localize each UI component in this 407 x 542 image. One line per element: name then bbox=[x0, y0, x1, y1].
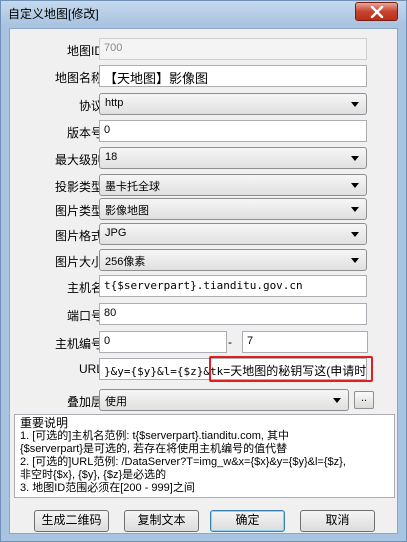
chevron-down-icon bbox=[351, 102, 359, 107]
protocol-row: 协议 http bbox=[10, 93, 399, 115]
host-number-to-field[interactable]: 7 bbox=[242, 331, 368, 353]
image-format-value: JPG bbox=[105, 227, 127, 239]
notes-line: 3. 地图ID范围必须在[200 - 999]之间 bbox=[20, 482, 195, 494]
overlay-options-button[interactable]: .. bbox=[354, 391, 374, 409]
map-name-row: 地图名称 【天地图】影像图 bbox=[10, 65, 399, 87]
image-format-row: 图片格式 JPG bbox=[10, 223, 399, 245]
image-format-select[interactable]: JPG bbox=[99, 223, 367, 245]
version-row: 版本号 0 bbox=[10, 120, 399, 142]
max-level-value: 18 bbox=[105, 151, 118, 163]
image-type-row: 图片类型 影像地图 bbox=[10, 198, 399, 220]
chevron-down-icon bbox=[351, 207, 359, 212]
max-level-label: 最大级别 bbox=[54, 153, 103, 167]
projection-label: 投影类型 bbox=[54, 180, 103, 194]
image-size-row: 图片大小 256像素 bbox=[10, 249, 399, 271]
generate-qrcode-button[interactable]: 生成二维码 bbox=[34, 510, 109, 532]
max-level-row: 最大级别 18 bbox=[10, 147, 399, 169]
version-label: 版本号 bbox=[66, 126, 103, 140]
notes-line: 1. [可选的]主机名范例: t{$serverpart}.tianditu.c… bbox=[20, 430, 289, 442]
protocol-select[interactable]: http bbox=[99, 93, 367, 115]
overlay-select[interactable]: 使用 bbox=[99, 389, 349, 411]
chevron-down-icon bbox=[351, 258, 359, 263]
port-row: 端口号 80 bbox=[10, 303, 399, 325]
url-field[interactable]: }&y={$y}&l={$z}&tk=天地图的秘钥写这(申请时设 bbox=[99, 358, 367, 380]
overlay-row: 叠加层 使用 bbox=[10, 389, 399, 411]
map-id-field: 700 bbox=[99, 38, 367, 60]
image-size-select[interactable]: 256像素 bbox=[99, 249, 367, 271]
url-value-highlight: =天地图的秘钥写这(申请时设 bbox=[223, 364, 367, 378]
map-id-label: 地图ID bbox=[66, 44, 103, 58]
map-name-field[interactable]: 【天地图】影像图 bbox=[99, 65, 367, 87]
chevron-down-icon bbox=[351, 232, 359, 237]
port-label: 端口号 bbox=[66, 309, 103, 323]
version-field[interactable]: 0 bbox=[99, 120, 367, 142]
host-number-row: 主机编号 0 - 7 bbox=[10, 331, 399, 353]
title-bar[interactable]: 自定义地图[修改] bbox=[1, 1, 406, 25]
notes-line: 2. [可选的]URL范例: /DataServer?T=img_w&x={$x… bbox=[20, 456, 346, 468]
projection-value: 墨卡托全球 bbox=[105, 181, 160, 193]
cancel-button[interactable]: 取消 bbox=[300, 510, 375, 532]
map-name-label: 地图名称 bbox=[54, 71, 103, 85]
notes-box: 重要说明 1. [可选的]主机名范例: t{$serverpart}.tiand… bbox=[14, 414, 395, 498]
host-field[interactable]: t{$serverpart}.tianditu.gov.cn bbox=[99, 275, 367, 297]
url-value-prefix: }&y={$y}&l={$z}&tk bbox=[104, 365, 224, 378]
projection-row: 投影类型 墨卡托全球 bbox=[10, 174, 399, 196]
notes-line: 非空时{$x}, {$y}, {$z}是必选的 bbox=[20, 469, 167, 481]
close-button[interactable] bbox=[355, 2, 398, 21]
overlay-label: 叠加层 bbox=[66, 395, 103, 409]
notes-line: {$serverpart}是可选的, 若存在将使用主机编号的值代替 bbox=[20, 443, 288, 455]
host-label: 主机名 bbox=[66, 281, 103, 295]
chevron-down-icon bbox=[333, 398, 341, 403]
projection-select[interactable]: 墨卡托全球 bbox=[99, 174, 367, 196]
image-format-label: 图片格式 bbox=[54, 229, 103, 243]
image-type-select[interactable]: 影像地图 bbox=[99, 198, 367, 220]
copy-text-button[interactable]: 复制文本 bbox=[124, 510, 199, 532]
notes-heading: 重要说明 bbox=[20, 416, 69, 430]
image-type-label: 图片类型 bbox=[54, 204, 103, 218]
range-separator: - bbox=[228, 335, 232, 349]
ok-button[interactable]: 确定 bbox=[210, 510, 285, 532]
max-level-select[interactable]: 18 bbox=[99, 147, 367, 169]
image-type-value: 影像地图 bbox=[105, 205, 149, 217]
chevron-down-icon bbox=[351, 183, 359, 188]
custom-map-dialog: 自定义地图[修改] 地图ID 700 地图名称 【天地图】影像图 协议 http… bbox=[0, 0, 407, 542]
host-number-from-field[interactable]: 0 bbox=[99, 331, 227, 353]
protocol-value: http bbox=[105, 97, 124, 109]
image-size-label: 图片大小 bbox=[54, 255, 103, 269]
close-icon bbox=[370, 6, 384, 18]
window-title: 自定义地图[修改] bbox=[8, 7, 99, 21]
chevron-down-icon bbox=[351, 156, 359, 161]
url-row: URL }&y={$y}&l={$z}&tk=天地图的秘钥写这(申请时设 bbox=[10, 358, 399, 380]
host-row: 主机名 t{$serverpart}.tianditu.gov.cn bbox=[10, 275, 399, 297]
dialog-body: 地图ID 700 地图名称 【天地图】影像图 协议 http 版本号 0 最大级… bbox=[9, 28, 398, 534]
port-field[interactable]: 80 bbox=[99, 303, 367, 325]
image-size-value: 256像素 bbox=[105, 256, 146, 268]
host-number-label: 主机编号 bbox=[54, 337, 103, 351]
map-id-row: 地图ID 700 bbox=[10, 38, 399, 60]
overlay-value: 使用 bbox=[105, 396, 127, 408]
